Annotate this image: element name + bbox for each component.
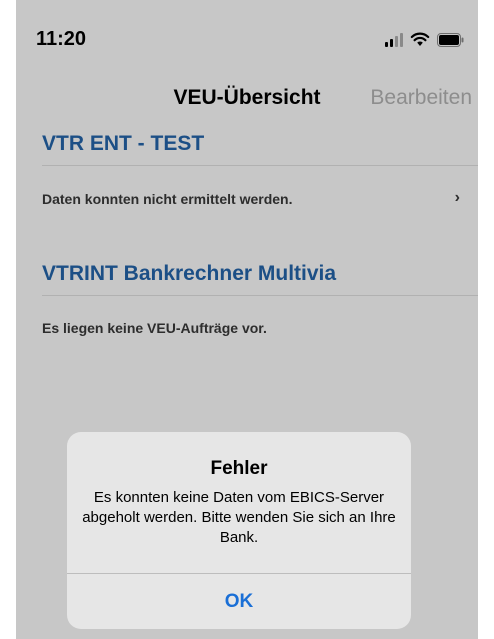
status-icons bbox=[385, 31, 464, 47]
ok-button[interactable]: OK bbox=[67, 574, 411, 629]
edit-button[interactable]: Bearbeiten bbox=[370, 86, 472, 110]
row-status-text: Daten konnten nicht ermittelt werden. bbox=[42, 191, 293, 207]
error-alert-dialog: Fehler Es konnten keine Daten vom EBICS-… bbox=[67, 432, 411, 629]
status-bar: 11:20 bbox=[16, 0, 478, 72]
alert-title: Fehler bbox=[210, 458, 268, 479]
section-title-vtr-ent-test: VTR ENT - TEST bbox=[42, 132, 205, 155]
wifi-icon bbox=[410, 32, 430, 47]
signal-icon bbox=[385, 33, 403, 47]
chevron-right-icon: › bbox=[454, 189, 460, 206]
row-empty-text: Es liegen keine VEU-Aufträge vor. bbox=[42, 320, 267, 336]
list-item-veu-status[interactable]: Daten konnten nicht ermittelt werden. › bbox=[16, 166, 478, 226]
navigation-bar: VEU-Übersicht Bearbeiten bbox=[16, 72, 478, 122]
list-item-veu-empty: Es liegen keine VEU-Aufträge vor. bbox=[16, 296, 478, 356]
status-time: 11:20 bbox=[36, 28, 87, 50]
alert-message: Es konnten keine Daten vom EBICS-Server … bbox=[82, 489, 396, 546]
battery-icon bbox=[437, 33, 464, 47]
section-title-vtrint-bankrechner: VTRINT Bankrechner Multivia bbox=[42, 262, 337, 285]
